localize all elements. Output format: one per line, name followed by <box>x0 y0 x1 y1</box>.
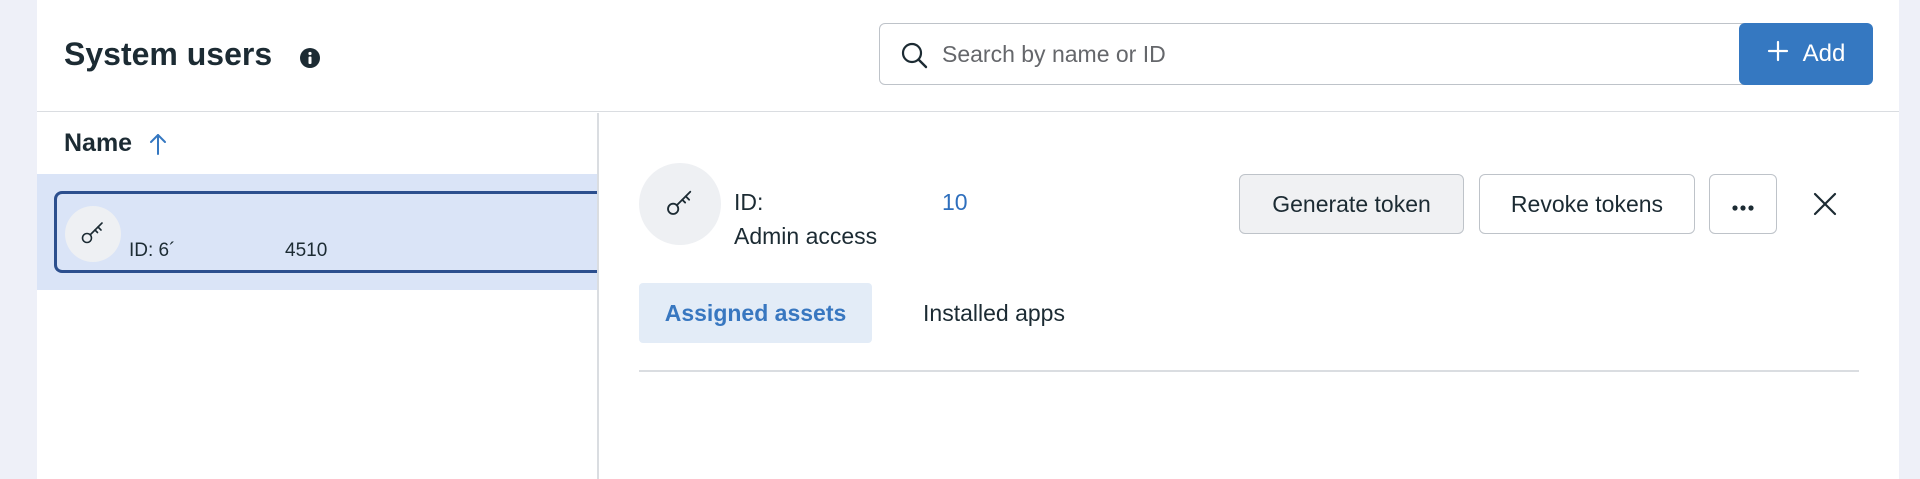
id-label: ID: <box>734 189 764 215</box>
name-column-label: Name <box>64 129 133 157</box>
search-input[interactable] <box>940 24 1740 84</box>
avatar <box>65 206 121 262</box>
generate-token-button[interactable]: Generate token <box>1239 174 1464 234</box>
page-title: System users <box>64 36 273 72</box>
revoke-tokens-button[interactable]: Revoke tokens <box>1479 174 1695 234</box>
tab-installed-apps[interactable]: Installed apps <box>889 283 1099 343</box>
access-level: Admin access <box>734 223 878 249</box>
more-dots-icon <box>1731 191 1755 218</box>
system-users-page: System users Search by name or ID Add Na… <box>37 0 1899 479</box>
tab-assigned-assets[interactable]: Assigned assets <box>639 283 872 343</box>
search-icon <box>900 41 928 69</box>
avatar <box>639 163 721 245</box>
row-id-suffix: 4510 <box>285 240 328 261</box>
search-box <box>879 23 1763 85</box>
row-id: ID: 6´ <box>129 240 176 261</box>
id-value[interactable]: 10 <box>942 189 968 216</box>
more-options-button[interactable] <box>1709 174 1777 234</box>
tab-divider <box>639 370 1859 372</box>
add-button-label: Add <box>1802 40 1846 67</box>
user-detail-panel: ID: 10 Admin access Generate token Revok… <box>597 113 1899 479</box>
page-header: System users Search by name or ID Add <box>37 0 1899 112</box>
key-icon <box>79 218 107 251</box>
arrow-up-icon <box>148 132 168 156</box>
key-icon <box>664 186 696 223</box>
close-button[interactable] <box>1809 189 1841 221</box>
info-icon[interactable] <box>299 47 321 69</box>
name-column-header[interactable]: Name <box>64 129 168 158</box>
system-users-list: Name ID: 6´ 4510 <box>37 113 614 479</box>
list-item[interactable]: ID: 6´ 4510 <box>54 191 614 273</box>
plus-icon <box>1767 40 1789 69</box>
close-icon <box>1812 192 1838 220</box>
add-button[interactable]: Add <box>1739 23 1873 85</box>
